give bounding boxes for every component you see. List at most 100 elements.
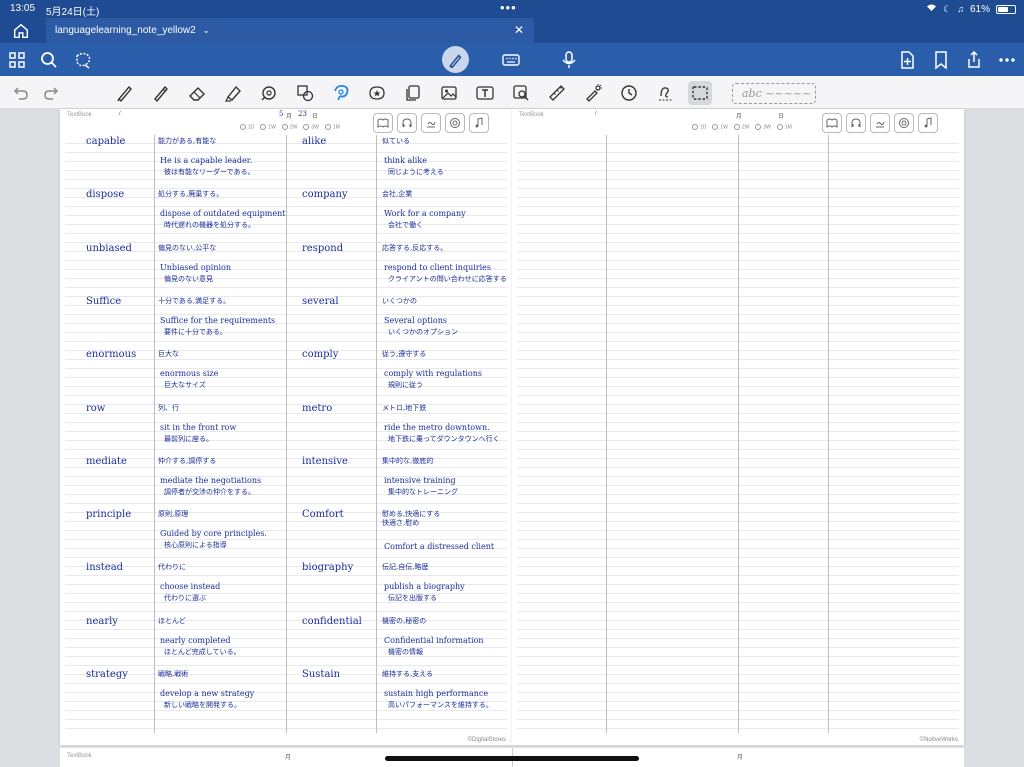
review-1m[interactable]: 1M — [777, 124, 792, 130]
document-tab[interactable]: languagelearning_note_yellow2 ⌄ ✕ — [46, 18, 534, 43]
search-icon[interactable] — [38, 49, 60, 71]
bookmark-icon[interactable] — [930, 49, 952, 71]
headphones-icon[interactable] — [846, 113, 866, 133]
book-icon[interactable] — [822, 113, 842, 133]
redo-icon[interactable] — [40, 81, 64, 105]
vocab-example: enormous size — [160, 369, 219, 379]
page-footer-copyright: ©NotiveWorks — [919, 737, 958, 743]
ruler-tool-icon[interactable] — [545, 81, 569, 105]
speaking-icon[interactable] — [894, 113, 914, 133]
vocab-meaning: 偏見のない,公平な — [158, 243, 217, 252]
vocab-example: think alike — [384, 156, 427, 165]
text-box-tool[interactable]: abc ~~~~~ — [732, 83, 816, 104]
writing-icon[interactable] — [421, 113, 441, 133]
book-icon[interactable] — [373, 113, 393, 133]
column-divider — [154, 135, 155, 733]
vocab-example: sit in the front row — [160, 422, 237, 432]
review-1d[interactable]: 1D — [240, 124, 254, 130]
chevron-down-icon[interactable]: ⌄ — [202, 25, 210, 35]
vocab-translation: 伝記を出版する — [388, 594, 437, 603]
timer-tool-icon[interactable] — [617, 81, 641, 105]
header-slash: / — [595, 111, 597, 117]
review-1m[interactable]: 1M — [325, 124, 340, 130]
wifi-icon — [926, 3, 937, 15]
laser-pointer-tool-icon[interactable] — [581, 81, 605, 105]
multitasking-dots-icon[interactable]: ••• — [500, 0, 517, 15]
vocab-word: metro — [302, 402, 333, 414]
headphones-icon[interactable] — [397, 113, 417, 133]
lasso-select-tool-icon[interactable] — [329, 81, 353, 105]
vocab-translation: 最前列に座る。 — [164, 434, 213, 443]
pen-mode-icon[interactable] — [442, 46, 469, 73]
lasso-share-icon[interactable] — [72, 49, 94, 71]
vocab-word: capable — [86, 136, 126, 147]
vocab-meaning: 機密の,秘密の — [382, 616, 427, 625]
review-2w[interactable]: 2W — [734, 124, 750, 130]
vocab-meaning: 処分する,廃棄する。 — [158, 190, 224, 199]
grid-view-icon[interactable] — [6, 49, 28, 71]
vocab-meaning: 慰める,快適にする — [382, 510, 441, 519]
vocab-example: comply with regulations — [384, 369, 482, 379]
notebook-page-right[interactable]: TextBook / 月 日 1D 1W 2W 3W 1M ©NotiveWor… — [512, 109, 964, 745]
speaking-icon[interactable] — [445, 113, 465, 133]
vocab-translation: 機密の情報 — [388, 647, 423, 656]
highlighter-tool-icon[interactable] — [221, 81, 245, 105]
vocab-example: intensive training — [384, 475, 456, 485]
selection-box-tool-icon[interactable] — [688, 81, 712, 105]
vocab-example: Several options — [384, 315, 447, 325]
vocab-meaning: 代わりに — [158, 563, 186, 572]
pencil-tool-icon[interactable] — [149, 81, 173, 105]
pen-tool-icon[interactable] — [113, 81, 137, 105]
vocab-word: alike — [302, 136, 327, 147]
vocab-meaning: 従う,遵守する — [382, 350, 427, 359]
review-3w[interactable]: 3W — [755, 124, 771, 130]
vocab-example: respond to client inquiries — [384, 262, 491, 272]
close-tab-icon[interactable]: ✕ — [514, 23, 524, 37]
image-tool-icon[interactable] — [437, 81, 461, 105]
vocab-translation: 規則に従う — [388, 381, 423, 390]
keyboard-icon[interactable] — [500, 49, 522, 71]
review-1w[interactable]: 1W — [712, 124, 728, 130]
vocab-translation: 地下鉄に乗ってダウンタウンへ行く — [388, 434, 500, 443]
image-search-tool-icon[interactable] — [509, 81, 533, 105]
home-icon[interactable] — [12, 22, 30, 40]
more-options-icon[interactable] — [996, 49, 1018, 71]
review-3w[interactable]: 3W — [303, 124, 319, 130]
vocab-meaning: ほとんど — [158, 616, 186, 625]
home-indicator[interactable] — [385, 756, 639, 761]
text-tool-icon[interactable] — [473, 81, 497, 105]
vocab-meaning: いくつかの — [382, 296, 417, 305]
notebook-page-left[interactable]: TextBook / 5 月 23 日 1D 1W 2W 3W 1M ©Digi… — [60, 109, 512, 745]
vocab-translation: 集中的なトレーニング — [388, 487, 458, 496]
lasso-tool-icon[interactable] — [293, 81, 317, 105]
vocab-example: nearly completed — [160, 635, 231, 645]
page-footer-copyright: ©DigitalStores — [467, 737, 506, 743]
review-checkboxes: 1D 1W 2W 3W 1M — [240, 124, 340, 130]
vocab-translation: 代わりに選ぶ — [164, 594, 206, 603]
handwriting-convert-icon[interactable] — [654, 81, 678, 105]
share-icon[interactable] — [963, 49, 985, 71]
vocab-meaning: 十分である,満足する。 — [158, 296, 231, 305]
microphone-icon[interactable] — [558, 49, 580, 71]
vocab-translation: 偏見のない意見 — [164, 274, 213, 283]
eraser-tool-icon[interactable] — [185, 81, 209, 105]
vocab-word: biography — [302, 562, 354, 574]
vocab-word: row — [86, 402, 106, 414]
add-page-icon[interactable] — [896, 49, 918, 71]
writing-icon[interactable] — [870, 113, 890, 133]
vocab-word: Comfort — [302, 509, 344, 521]
review-1w[interactable]: 1W — [260, 124, 276, 130]
music-icon[interactable] — [469, 113, 489, 133]
review-checkboxes: 1D 1W 2W 3W 1M — [692, 124, 792, 130]
pages-tool-icon[interactable] — [401, 81, 425, 105]
music-icon[interactable] — [918, 113, 938, 133]
review-2w[interactable]: 2W — [282, 124, 298, 130]
review-1d[interactable]: 1D — [692, 124, 706, 130]
vocab-meaning: 会社,企業 — [382, 190, 413, 199]
undo-icon[interactable] — [8, 81, 32, 105]
column-divider — [738, 135, 739, 733]
vocab-translation: クライアントの問い合わせに応答する — [388, 274, 507, 283]
textbook-label: TextBook — [67, 112, 92, 118]
sticker-tool-icon[interactable] — [365, 81, 389, 105]
shape-tool-icon[interactable] — [257, 81, 281, 105]
